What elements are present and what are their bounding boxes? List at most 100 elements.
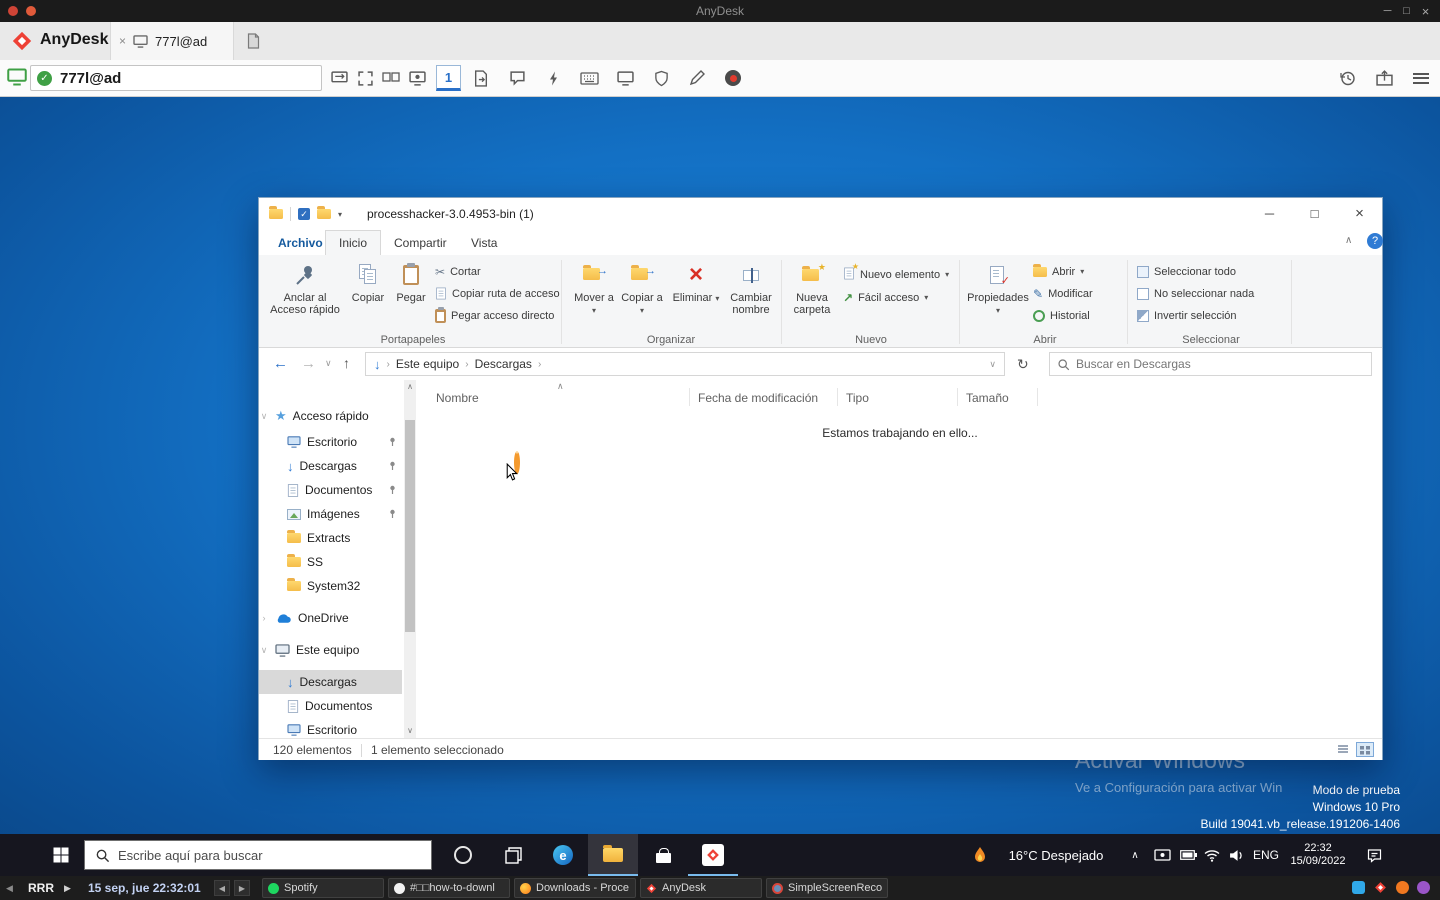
collapse-ribbon-icon[interactable]: ∧ <box>1345 235 1352 246</box>
sidebar-item-documentos[interactable]: Documentos <box>259 478 402 502</box>
chat-button[interactable] <box>506 65 528 91</box>
move-to-button[interactable]: → Mover a ▾ <box>571 258 617 336</box>
file-transfer-button[interactable] <box>470 65 492 91</box>
sidebar-item-ss[interactable]: SS <box>259 550 402 574</box>
explorer-close-button[interactable]: × <box>1337 198 1382 228</box>
task-view-button[interactable] <box>488 834 538 876</box>
file-manager-button[interactable] <box>1373 65 1395 91</box>
qat-properties-icon[interactable]: ✓ <box>298 208 310 220</box>
pin-to-quick-access-button[interactable]: Anclar al Acceso rápido <box>267 258 343 336</box>
sidebar-item-onedrive[interactable]: › OneDrive <box>259 606 402 630</box>
sidebar-item-este-equipo[interactable]: ∨ Este equipo <box>259 638 402 662</box>
tray-expand-icon[interactable]: ∧ <box>1124 834 1146 876</box>
easy-access-button[interactable]: ↗ Fácil acceso ▾ <box>843 288 928 307</box>
action-center-icon[interactable] <box>1356 834 1392 876</box>
scroll-up-icon[interactable]: ∧ <box>404 380 416 394</box>
qat-new-folder-icon[interactable] <box>317 209 331 219</box>
expand-chevron-icon[interactable]: ∨ <box>259 411 269 422</box>
monitor-1-button[interactable]: 1 <box>436 65 461 91</box>
edit-button[interactable]: ✎ Modificar <box>1033 284 1093 303</box>
store-taskbar-button[interactable] <box>638 834 688 876</box>
menu-button[interactable] <box>1410 65 1432 91</box>
panel-window-firefox[interactable]: Downloads - Proce <box>514 878 636 898</box>
taskbar-search-input[interactable] <box>118 848 408 863</box>
help-icon[interactable]: ? <box>1367 233 1383 249</box>
paste-button[interactable]: Pegar <box>391 258 431 336</box>
panel-window-anydesk[interactable]: AnyDesk <box>640 878 762 898</box>
cortana-button[interactable] <box>438 834 488 876</box>
explorer-titlebar[interactable]: ✓ ▾ processhacker-3.0.4953-bin (1) ─ □ × <box>259 198 1382 230</box>
breadcrumb-root[interactable]: Este equipo <box>396 357 459 371</box>
weather-icon[interactable] <box>968 834 992 876</box>
column-header-tipo[interactable]: Tipo <box>846 391 869 405</box>
session-tab[interactable]: × 777l@ad <box>110 22 234 60</box>
history-button[interactable]: Historial <box>1033 306 1090 325</box>
rename-button[interactable]: Cambiar nombre <box>725 258 777 336</box>
volume-icon[interactable] <box>1224 834 1248 876</box>
scrollbar-thumb[interactable] <box>405 420 415 632</box>
delete-button[interactable]: × Eliminar ▾ <box>669 258 723 336</box>
new-session-tab-button[interactable] <box>246 33 261 49</box>
new-folder-button[interactable]: ★ Nueva carpeta <box>787 258 837 336</box>
keyboard-button[interactable] <box>578 65 600 91</box>
taskbar-search-box[interactable] <box>84 840 432 870</box>
cast-icon[interactable] <box>1150 834 1174 876</box>
panel-window-recorder[interactable]: SimpleScreenReco <box>766 878 888 898</box>
panel-back-button[interactable]: ◀ <box>214 880 230 896</box>
column-header-fecha[interactable]: Fecha de modificación <box>698 391 818 405</box>
sidebar-item-escritorio[interactable]: Escritorio <box>259 430 402 454</box>
sidebar-scrollbar[interactable]: ∧ ∨ <box>404 380 416 738</box>
sidebar-item-extracts[interactable]: Extracts <box>259 526 402 550</box>
expand-chevron-icon[interactable]: ∨ <box>259 645 269 656</box>
cut-button[interactable]: ✂ Cortar <box>435 262 481 281</box>
wifi-icon[interactable] <box>1200 834 1224 876</box>
back-button[interactable]: ← <box>273 355 288 372</box>
start-button[interactable] <box>36 834 86 876</box>
display-settings-button[interactable] <box>406 65 428 91</box>
recent-locations-icon[interactable]: ∨ <box>325 358 332 369</box>
fullscreen-button[interactable] <box>354 65 376 91</box>
column-header-tamano[interactable]: Tamaño <box>966 391 1009 405</box>
open-button[interactable]: Abrir ▾ <box>1033 262 1084 281</box>
monitors-button[interactable] <box>380 65 402 91</box>
wm-minimize-button[interactable]: ─ <box>1379 0 1396 22</box>
wm-maximize-button[interactable]: □ <box>1398 0 1415 22</box>
explorer-taskbar-button[interactable] <box>588 834 638 876</box>
sidebar-item-quick-access[interactable]: ∨ ★ Acceso rápido <box>259 404 402 428</box>
copy-to-button[interactable]: → Copiar a ▾ <box>619 258 665 336</box>
adapt-resolution-button[interactable] <box>328 65 350 91</box>
explorer-window[interactable]: ✓ ▾ processhacker-3.0.4953-bin (1) ─ □ ×… <box>258 197 1383 760</box>
column-header-nombre[interactable]: Nombre <box>436 391 479 405</box>
record-session-button[interactable] <box>722 65 744 91</box>
misc-tray-icon[interactable] <box>1417 881 1430 899</box>
address-dropdown-icon[interactable]: ∨ <box>989 359 996 370</box>
actions-button[interactable] <box>542 65 564 91</box>
explorer-search-box[interactable] <box>1049 352 1372 376</box>
column-divider[interactable] <box>957 388 958 406</box>
anydesk-taskbar-button[interactable] <box>688 834 738 876</box>
sidebar-item-documentos-pc[interactable]: Documentos <box>259 694 402 718</box>
panel-forward-button[interactable]: ▶ <box>234 880 250 896</box>
breadcrumb-chevron-icon[interactable]: › <box>465 359 468 370</box>
sidebar-item-system32[interactable]: System32 <box>259 574 402 598</box>
tab-compartir[interactable]: Compartir <box>381 230 460 255</box>
thumbnails-view-button[interactable] <box>1356 742 1374 757</box>
paste-shortcut-button[interactable]: Pegar acceso directo <box>435 306 554 325</box>
qat-customize-icon[interactable]: ▾ <box>338 210 342 219</box>
panel-prev-icon[interactable]: ◀ <box>6 883 13 894</box>
up-button[interactable]: ↑ <box>343 355 350 371</box>
sidebar-item-descargas[interactable]: ↓ Descargas <box>259 454 402 478</box>
copy-button[interactable]: Copiar <box>347 258 389 336</box>
language-indicator[interactable]: ENG <box>1248 834 1284 876</box>
details-view-button[interactable] <box>1334 742 1352 757</box>
tab-close-icon[interactable]: × <box>119 34 126 48</box>
column-divider[interactable] <box>1037 388 1038 406</box>
breadcrumb-chevron-icon[interactable]: › <box>538 359 541 370</box>
anydesk-tray-icon[interactable] <box>1374 881 1387 894</box>
tab-vista[interactable]: Vista <box>458 230 510 255</box>
panel-window-discord[interactable]: #□□how-to-downl <box>388 878 510 898</box>
invert-selection-button[interactable]: Invertir selección <box>1137 306 1237 325</box>
permissions-shield-button[interactable] <box>650 65 672 91</box>
weather-text[interactable]: 16°C Despejado <box>996 834 1116 876</box>
column-divider[interactable] <box>689 388 690 406</box>
